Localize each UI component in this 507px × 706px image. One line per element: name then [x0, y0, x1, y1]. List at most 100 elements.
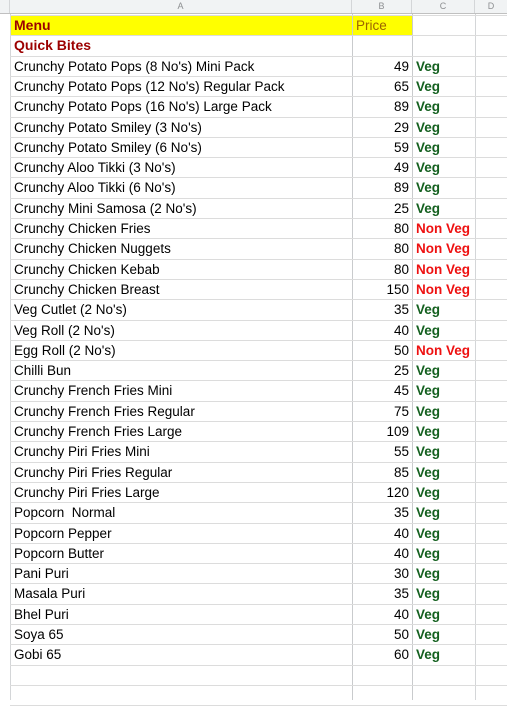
cell-item-type[interactable]: Veg	[413, 179, 475, 196]
cell-item-type[interactable]: Veg	[413, 78, 475, 95]
cell-item-type[interactable]: Veg	[413, 301, 475, 318]
cell-item-type[interactable]: Veg	[413, 200, 475, 217]
cell-item-name[interactable]: Crunchy Chicken Kebab	[10, 261, 352, 278]
cell-item-name[interactable]: Popcorn Butter	[10, 545, 352, 562]
cell-item-price[interactable]: 85	[353, 464, 412, 481]
cell-item-type[interactable]: Veg	[413, 484, 475, 501]
cell-item-price[interactable]: 40	[353, 545, 412, 562]
cell-item-name[interactable]: Crunchy Potato Pops (8 No's) Mini Pack	[10, 58, 352, 75]
cell-item-type[interactable]: Veg	[413, 119, 475, 136]
cell-item-type[interactable]: Non Veg	[413, 220, 475, 237]
cell-item-price[interactable]: 120	[353, 484, 412, 501]
cell-item-type[interactable]: Veg	[413, 464, 475, 481]
cell-item-type[interactable]: Veg	[413, 139, 475, 156]
cell-item-type[interactable]: Veg	[413, 565, 475, 582]
cell-item-price[interactable]: 150	[353, 281, 412, 298]
cell-item-price[interactable]: 35	[353, 301, 412, 318]
cell-item-price[interactable]: 49	[353, 58, 412, 75]
cell-item-name[interactable]: Crunchy Piri Fries Regular	[10, 464, 352, 481]
cell-item-name[interactable]: Veg Roll (2 No's)	[10, 322, 352, 339]
cell-item-name[interactable]: Crunchy French Fries Large	[10, 423, 352, 440]
cell-item-name[interactable]: Crunchy Potato Smiley (6 No's)	[10, 139, 352, 156]
cell-item-price[interactable]: 65	[353, 78, 412, 95]
column-header-a[interactable]: A	[10, 0, 352, 13]
cell-item-type[interactable]: Veg	[413, 606, 475, 623]
cell-item-price[interactable]: 59	[353, 139, 412, 156]
cell-item-name[interactable]: Popcorn Pepper	[10, 525, 352, 542]
cell-item-name[interactable]: Masala Puri	[10, 585, 352, 602]
cell-item-name[interactable]: Pani Puri	[10, 565, 352, 582]
cell-item-price[interactable]: 50	[353, 626, 412, 643]
column-header-c[interactable]: C	[412, 0, 475, 13]
cell-item-name[interactable]: Crunchy Mini Samosa (2 No's)	[10, 200, 352, 217]
cell-item-price[interactable]: 55	[353, 443, 412, 460]
cell-item-name[interactable]: Gobi 65	[10, 646, 352, 663]
cell-item-type[interactable]: Veg	[413, 98, 475, 115]
cell-section-quick-bites[interactable]: Quick Bites	[10, 37, 352, 54]
cell-item-name[interactable]: Crunchy French Fries Regular	[10, 403, 352, 420]
cell-item-price[interactable]: 50	[353, 342, 412, 359]
cell-item-type[interactable]: Veg	[413, 504, 475, 521]
cell-item-type[interactable]: Veg	[413, 403, 475, 420]
cell-item-type[interactable]: Veg	[413, 58, 475, 75]
cell-item-price[interactable]: 49	[353, 159, 412, 176]
cell-item-name[interactable]: Veg Cutlet (2 No's)	[10, 301, 352, 318]
cell-item-name[interactable]: Crunchy Aloo Tikki (6 No's)	[10, 179, 352, 196]
cell-item-price[interactable]: 40	[353, 606, 412, 623]
cell-item-type[interactable]: Veg	[413, 525, 475, 542]
cell-item-price[interactable]: 25	[353, 362, 412, 379]
cell-item-type[interactable]: Veg	[413, 362, 475, 379]
cell-item-price[interactable]: 25	[353, 200, 412, 217]
cell-item-type[interactable]: Veg	[413, 382, 475, 399]
cell-item-name[interactable]: Crunchy Chicken Breast	[10, 281, 352, 298]
cell-item-type[interactable]: Non Veg	[413, 342, 475, 359]
cell-item-price[interactable]: 80	[353, 220, 412, 237]
cell-item-name[interactable]: Crunchy Chicken Fries	[10, 220, 352, 237]
cell-price-header[interactable]: Price	[353, 17, 412, 34]
cell-item-price[interactable]: 109	[353, 423, 412, 440]
cell-item-name[interactable]: Crunchy French Fries Mini	[10, 382, 352, 399]
cell-item-type[interactable]: Veg	[413, 443, 475, 460]
cell-item-name[interactable]: Crunchy Piri Fries Mini	[10, 443, 352, 460]
cell-item-name[interactable]: Crunchy Piri Fries Large	[10, 484, 352, 501]
cell-item-name[interactable]: Crunchy Aloo Tikki (3 No's)	[10, 159, 352, 176]
cell-item-type[interactable]: Veg	[413, 322, 475, 339]
cell-item-price[interactable]: 35	[353, 585, 412, 602]
cell-item-price[interactable]: 89	[353, 179, 412, 196]
cell-item-name[interactable]: Crunchy Potato Smiley (3 No's)	[10, 119, 352, 136]
cell-item-type[interactable]: Veg	[413, 545, 475, 562]
cell-item-price[interactable]: 80	[353, 261, 412, 278]
cell-item-type[interactable]: Veg	[413, 159, 475, 176]
gridline-row	[10, 685, 507, 686]
cell-item-type[interactable]: Non Veg	[413, 240, 475, 257]
cell-item-price[interactable]: 80	[353, 240, 412, 257]
cell-item-price[interactable]: 30	[353, 565, 412, 582]
cell-item-name[interactable]: Egg Roll (2 No's)	[10, 342, 352, 359]
spreadsheet-grid[interactable]: A B C D Menu Price Quick Bites Crunchy Pota…	[0, 0, 507, 706]
select-all-corner[interactable]	[0, 0, 10, 13]
cell-item-type[interactable]: Non Veg	[413, 281, 475, 298]
cell-menu-title[interactable]: Menu	[10, 17, 352, 34]
cell-item-type[interactable]: Veg	[413, 423, 475, 440]
cell-item-price[interactable]: 45	[353, 382, 412, 399]
cell-item-type[interactable]: Veg	[413, 585, 475, 602]
cell-item-name[interactable]: Crunchy Potato Pops (16 No's) Large Pack	[10, 98, 352, 115]
cell-item-name[interactable]: Crunchy Chicken Nuggets	[10, 240, 352, 257]
cell-item-price[interactable]: 60	[353, 646, 412, 663]
column-header-b[interactable]: B	[352, 0, 412, 13]
cell-item-type[interactable]: Non Veg	[413, 261, 475, 278]
cell-item-price[interactable]: 89	[353, 98, 412, 115]
cell-item-price[interactable]: 29	[353, 119, 412, 136]
cell-item-name[interactable]: Soya 65	[10, 626, 352, 643]
cell-item-name[interactable]: Popcorn Normal	[10, 504, 352, 521]
cell-item-type[interactable]: Veg	[413, 626, 475, 643]
cell-item-price[interactable]: 40	[353, 525, 412, 542]
cell-item-type[interactable]: Veg	[413, 646, 475, 663]
column-header-d[interactable]: D	[475, 0, 507, 13]
cell-item-price[interactable]: 40	[353, 322, 412, 339]
cell-item-name[interactable]: Chilli Bun	[10, 362, 352, 379]
cell-item-name[interactable]: Bhel Puri	[10, 606, 352, 623]
cell-item-name[interactable]: Crunchy Potato Pops (12 No's) Regular Pa…	[10, 78, 352, 95]
cell-item-price[interactable]: 35	[353, 504, 412, 521]
cell-item-price[interactable]: 75	[353, 403, 412, 420]
